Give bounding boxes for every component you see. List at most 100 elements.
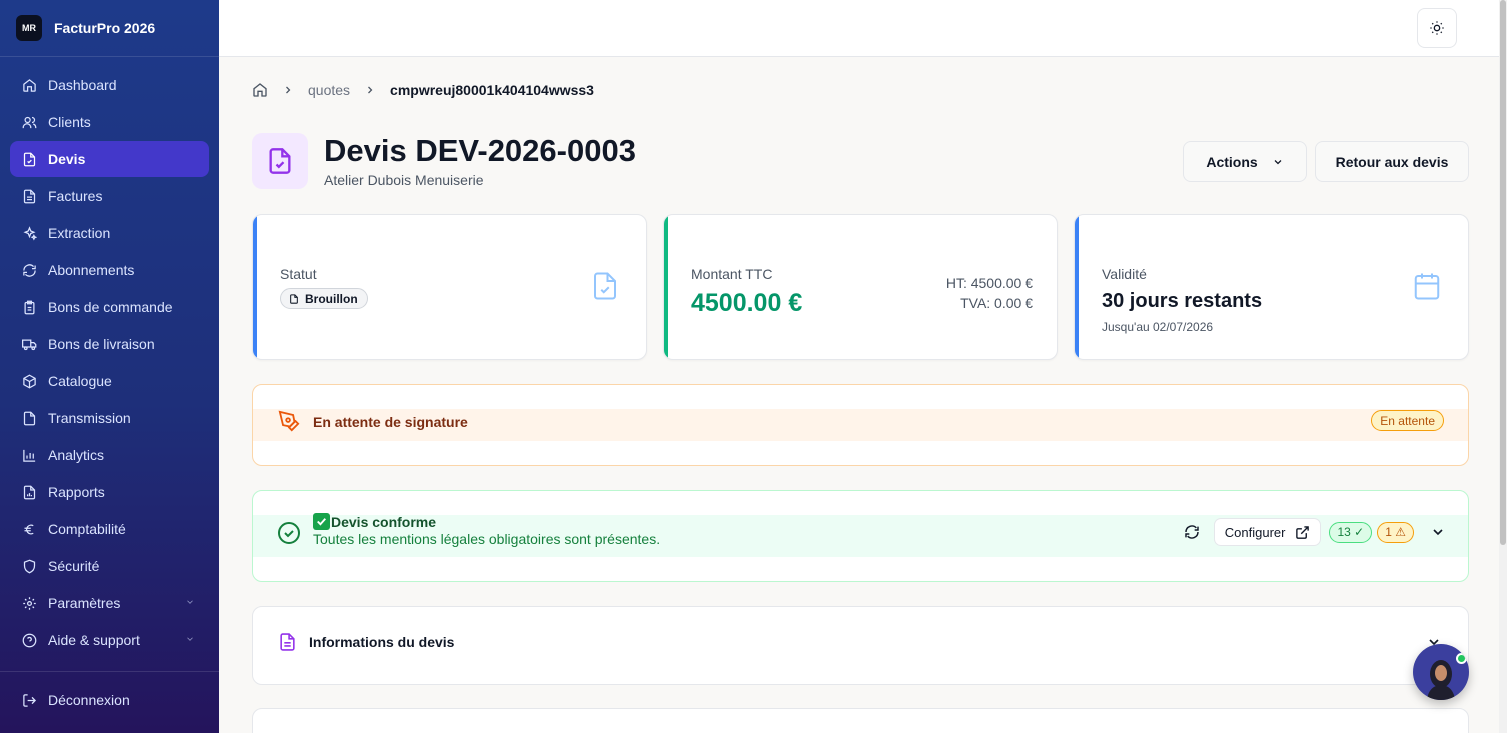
card-accent-bar bbox=[1075, 215, 1079, 359]
amount-breakdown: HT: 4500.00 € TVA: 0.00 € bbox=[946, 273, 1033, 313]
sidebar-item-clients[interactable]: Clients bbox=[10, 104, 209, 140]
refresh-icon[interactable] bbox=[1184, 524, 1200, 540]
refresh-icon bbox=[23, 263, 36, 277]
sparkles-icon bbox=[23, 225, 37, 241]
amount-label: Montant TTC bbox=[691, 266, 773, 282]
sidebar-item-analytics[interactable]: Analytics bbox=[10, 437, 209, 473]
sidebar-item-extraction[interactable]: Extraction bbox=[10, 215, 209, 251]
pen-tool-icon bbox=[278, 410, 300, 432]
sidebar-item-bons-de-commande[interactable]: Bons de commande bbox=[10, 289, 209, 325]
compliance-controls: Configurer 13 ✓ 1 ⚠ bbox=[1184, 518, 1446, 546]
status-badge: Brouillon bbox=[280, 288, 368, 309]
sidebar-item-dashboard[interactable]: Dashboard bbox=[10, 67, 209, 103]
validity-value: 30 jours restants bbox=[1102, 290, 1263, 312]
status-label: Statut bbox=[280, 266, 317, 282]
scrollbar[interactable] bbox=[1499, 0, 1507, 733]
sidebar-item-factures[interactable]: Factures bbox=[10, 178, 209, 214]
report-icon bbox=[23, 485, 36, 499]
card-accent-bar bbox=[253, 215, 257, 359]
signature-badge: En attente bbox=[1371, 410, 1444, 431]
calendar-icon bbox=[1414, 273, 1440, 300]
logout-button[interactable]: Déconnexion bbox=[10, 682, 209, 718]
compliance-ok-count: 13 ✓ bbox=[1329, 521, 1373, 543]
card-accent-bar bbox=[664, 215, 668, 359]
quote-icon bbox=[252, 133, 308, 189]
file-check-icon bbox=[23, 152, 36, 166]
quote-info-title: Informations du devis bbox=[309, 634, 455, 650]
sidebar-item-parametres[interactable]: Paramètres bbox=[10, 585, 209, 621]
status-value: Brouillon bbox=[305, 291, 358, 306]
home-icon bbox=[23, 78, 36, 92]
breadcrumb-current: cmpwreuj80001k404104wwss3 bbox=[390, 82, 594, 98]
sidebar-item-label: Analytics bbox=[48, 447, 105, 463]
breadcrumb: quotes cmpwreuj80001k404104wwss3 bbox=[252, 82, 594, 98]
chevron-right-icon bbox=[286, 86, 291, 94]
validity-card: Validité 30 jours restants Jusqu'au 02/0… bbox=[1074, 214, 1469, 360]
truck-icon bbox=[22, 339, 37, 350]
brand[interactable]: MR FacturPro 2026 bbox=[0, 0, 219, 57]
client-name: Atelier Dubois Menuiserie bbox=[324, 172, 484, 188]
sidebar-item-label: Sécurité bbox=[48, 558, 100, 574]
sidebar-item-bons-de-livraison[interactable]: Bons de livraison bbox=[10, 326, 209, 362]
app-name: FacturPro 2026 bbox=[54, 20, 156, 36]
support-chat-avatar[interactable] bbox=[1413, 644, 1469, 700]
file-check-icon bbox=[594, 272, 616, 300]
sidebar-item-devis[interactable]: Devis bbox=[10, 141, 209, 177]
back-to-quotes-button[interactable]: Retour aux devis bbox=[1315, 141, 1469, 182]
check-mark-icon bbox=[313, 513, 330, 530]
amount-card: Montant TTC 4500.00 € HT: 4500.00 € TVA:… bbox=[663, 214, 1058, 360]
signature-panel: En attente de signature En attente bbox=[252, 384, 1469, 466]
app-logo: MR bbox=[16, 15, 42, 41]
amount-tva: TVA: 0.00 € bbox=[960, 295, 1033, 311]
sidebar-item-label: Paramètres bbox=[48, 595, 121, 611]
signature-status-text: En attente de signature bbox=[313, 414, 468, 430]
scrollbar-thumb[interactable] bbox=[1500, 0, 1506, 545]
sidebar: MR FacturPro 2026 Dashboard Clients Devi… bbox=[0, 0, 219, 733]
sidebar-item-securite[interactable]: Sécurité bbox=[10, 548, 209, 584]
gear-icon bbox=[23, 596, 36, 610]
sidebar-item-transmission[interactable]: Transmission bbox=[10, 400, 209, 436]
status-card: Statut Brouillon bbox=[252, 214, 647, 360]
sidebar-item-label: Dashboard bbox=[48, 77, 117, 93]
online-indicator bbox=[1456, 653, 1467, 664]
logout-icon bbox=[23, 693, 37, 707]
sun-icon bbox=[1430, 21, 1444, 35]
home-icon[interactable] bbox=[252, 82, 268, 98]
sidebar-item-label: Aide & support bbox=[48, 632, 140, 648]
chevron-down-icon bbox=[1274, 159, 1282, 164]
breadcrumb-section[interactable]: quotes bbox=[308, 82, 350, 98]
sidebar-footer: Déconnexion bbox=[0, 671, 219, 733]
compliance-panel: Devis conforme Toutes les mentions légal… bbox=[252, 490, 1469, 582]
sidebar-item-label: Extraction bbox=[48, 225, 111, 241]
check-circle-icon bbox=[278, 522, 300, 544]
sidebar-item-label: Transmission bbox=[48, 410, 131, 426]
compliance-subtitle: Toutes les mentions légales obligatoires… bbox=[313, 531, 661, 547]
shield-icon bbox=[23, 559, 36, 573]
top-bar bbox=[219, 0, 1507, 57]
configure-button[interactable]: Configurer bbox=[1213, 518, 1322, 546]
sidebar-item-label: Comptabilité bbox=[48, 521, 126, 537]
chevron-right-icon bbox=[368, 86, 373, 94]
amount-ht: HT: 4500.00 € bbox=[945, 275, 1033, 291]
sidebar-item-rapports[interactable]: Rapports bbox=[10, 474, 209, 510]
sidebar-item-label: Bons de livraison bbox=[48, 336, 155, 352]
sidebar-nav: Dashboard Clients Devis Factures Extract… bbox=[0, 57, 219, 669]
sidebar-item-aide-support[interactable]: Aide & support bbox=[10, 622, 209, 658]
package-icon bbox=[23, 374, 36, 388]
sidebar-item-catalogue[interactable]: Catalogue bbox=[10, 363, 209, 399]
sidebar-item-label: Factures bbox=[48, 188, 103, 204]
chevron-down-icon bbox=[187, 600, 193, 604]
sidebar-item-label: Devis bbox=[48, 151, 86, 167]
page-header: Devis DEV-2026-0003 Atelier Dubois Menui… bbox=[252, 133, 1469, 189]
theme-toggle-button[interactable] bbox=[1417, 8, 1457, 48]
quote-info-panel[interactable]: Informations du devis bbox=[252, 606, 1469, 685]
file-text-icon bbox=[280, 633, 295, 651]
sidebar-item-abonnements[interactable]: Abonnements bbox=[10, 252, 209, 288]
bar-chart-icon bbox=[23, 449, 36, 462]
actions-dropdown-button[interactable]: Actions bbox=[1183, 141, 1307, 182]
sidebar-item-comptabilite[interactable]: Comptabilité bbox=[10, 511, 209, 547]
chevron-down-icon[interactable] bbox=[1430, 524, 1446, 540]
euro-icon bbox=[24, 524, 34, 534]
sidebar-item-label: Bons de commande bbox=[48, 299, 173, 315]
file-text-icon bbox=[23, 189, 36, 203]
